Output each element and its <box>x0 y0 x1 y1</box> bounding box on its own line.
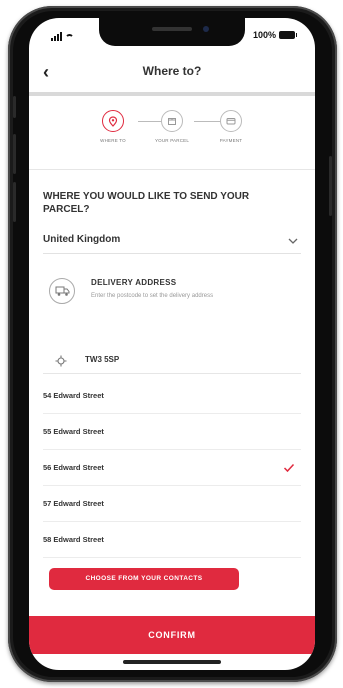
header: ‹ Where to? <box>29 52 315 96</box>
card-icon <box>220 110 242 132</box>
app-screen: 100% ‹ Where to? WHERE TO YOUR PARCEL PA… <box>29 18 315 670</box>
address-option-selected[interactable]: 56 Edward Street <box>43 450 301 486</box>
confirm-button[interactable]: CONFIRM <box>29 616 315 654</box>
address-option[interactable]: 54 Edward Street <box>43 378 301 414</box>
status-right: 100% <box>252 30 297 40</box>
delivery-subtitle: Enter the postcode to set the delivery a… <box>91 293 214 299</box>
delivery-truck-icon <box>49 278 75 304</box>
address-label: 57 Edward Street <box>43 499 104 508</box>
battery-icon <box>279 31 297 39</box>
chevron-down-icon <box>287 232 299 250</box>
parcel-icon <box>161 110 183 132</box>
wifi-icon <box>65 34 74 41</box>
postcode-value: TW3 5SP <box>85 355 120 364</box>
location-pin-icon <box>102 110 124 132</box>
address-list: 54 Edward Street 55 Edward Street 56 Edw… <box>43 378 301 558</box>
status-left <box>51 32 74 41</box>
address-label: 56 Edward Street <box>43 463 104 472</box>
progress-stepper: WHERE TO YOUR PARCEL PAYMENT <box>29 110 315 170</box>
home-indicator[interactable] <box>123 660 221 664</box>
address-label: 58 Edward Street <box>43 535 104 544</box>
step-label: YOUR PARCEL <box>154 138 190 143</box>
speaker <box>152 27 192 31</box>
address-label: 55 Edward Street <box>43 427 104 436</box>
delivery-address-section: DELIVERY ADDRESS Enter the postcode to s… <box>43 270 301 334</box>
choose-contacts-button[interactable]: CHOOSE FROM YOUR CONTACTS <box>49 568 239 590</box>
address-label: 54 Edward Street <box>43 391 104 400</box>
address-option[interactable]: 57 Edward Street <box>43 486 301 522</box>
step-where-to[interactable]: WHERE TO <box>83 110 143 143</box>
page-title: Where to? <box>142 64 202 78</box>
postcode-field[interactable]: TW3 5SP <box>43 346 301 374</box>
step-label: PAYMENT <box>219 138 243 143</box>
country-value: United Kingdom <box>43 234 121 245</box>
step-your-parcel[interactable]: YOUR PARCEL <box>142 110 202 143</box>
battery-percent: 100% <box>252 30 276 40</box>
notch <box>99 18 245 46</box>
camera <box>203 26 209 32</box>
gps-target-icon <box>55 354 67 372</box>
step-label: WHERE TO <box>100 138 126 143</box>
signal-icon <box>51 32 62 41</box>
power-button <box>329 156 332 216</box>
volume-down-button <box>13 182 16 222</box>
delivery-title: DELIVERY ADDRESS <box>91 278 177 287</box>
volume-up-button <box>13 134 16 174</box>
country-select[interactable]: United Kingdom <box>43 228 301 254</box>
silent-switch <box>13 96 16 118</box>
address-option[interactable]: 55 Edward Street <box>43 414 301 450</box>
destination-question: WHERE YOU WOULD LIKE TO SEND YOUR PARCEL… <box>43 191 250 215</box>
checkmark-icon <box>283 460 295 478</box>
address-option[interactable]: 58 Edward Street <box>43 522 301 558</box>
step-payment[interactable]: PAYMENT <box>201 110 261 143</box>
